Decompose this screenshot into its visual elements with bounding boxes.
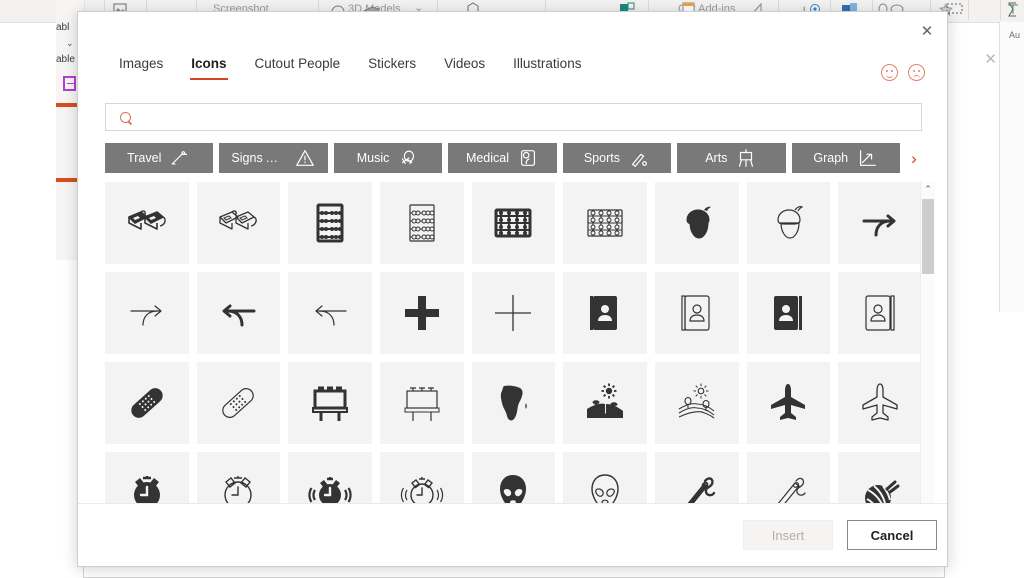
rail-label-table-top: abl bbox=[56, 22, 70, 33]
tab-illustrations[interactable]: Illustrations bbox=[499, 52, 595, 80]
right-task-pane bbox=[999, 22, 1024, 312]
search-icon bbox=[120, 111, 131, 123]
rail-purple-table-icon[interactable] bbox=[63, 76, 76, 91]
insert-button[interactable]: Insert bbox=[743, 520, 833, 550]
acorn-outline-icon[interactable] bbox=[746, 182, 831, 264]
close-icon[interactable]: ✕ bbox=[913, 18, 941, 44]
3d-glasses-outline-icon[interactable] bbox=[196, 182, 281, 264]
dialog-tabs: Images Icons Cutout People Stickers Videos Il… bbox=[105, 52, 595, 80]
right-pane-label: Au bbox=[1008, 30, 1020, 40]
icon-grid bbox=[105, 182, 922, 527]
tab-videos[interactable]: Videos bbox=[430, 52, 499, 80]
category-pill-label: Signs And Sym... bbox=[231, 151, 286, 165]
plus-outline-icon[interactable] bbox=[471, 272, 556, 354]
category-pill-arts[interactable]: Arts bbox=[677, 143, 786, 173]
equation-icon[interactable] bbox=[1005, 1, 1021, 19]
category-pill-label: Music bbox=[356, 151, 390, 165]
icon-results-area bbox=[105, 182, 922, 527]
search-input[interactable] bbox=[140, 103, 911, 131]
happy-face-icon[interactable] bbox=[881, 64, 898, 81]
bandage-outline-icon[interactable] bbox=[196, 362, 281, 444]
warning-triangle-icon bbox=[294, 147, 316, 169]
merge-right-filled-icon[interactable] bbox=[838, 182, 922, 264]
cancel-button[interactable]: Cancel bbox=[847, 520, 937, 550]
dialog-footer: Insert Cancel bbox=[78, 503, 947, 566]
plus-filled-icon[interactable] bbox=[379, 272, 464, 354]
address-book-filled-icon[interactable] bbox=[563, 272, 647, 354]
address-book-right-filled-icon[interactable] bbox=[746, 272, 831, 354]
tab-cutout-people[interactable]: Cutout People bbox=[241, 52, 355, 80]
tab-icons[interactable]: Icons bbox=[177, 52, 240, 80]
category-pill-label: Medical bbox=[465, 151, 510, 165]
abacus-outline-icon[interactable] bbox=[379, 182, 464, 264]
escalator-icon bbox=[169, 147, 191, 169]
scrollbar-thumb[interactable] bbox=[922, 199, 934, 274]
airplane-outline-icon[interactable] bbox=[838, 362, 922, 444]
acorn-filled-icon[interactable] bbox=[654, 182, 739, 264]
feedback-controls bbox=[881, 64, 925, 81]
africa-map-filled-icon[interactable] bbox=[471, 362, 556, 444]
billboard-outline-icon[interactable] bbox=[379, 362, 464, 444]
category-filter-row: Travel Signs And Sym... Music Medical Sports… bbox=[105, 143, 922, 173]
abacus-filled-icon[interactable] bbox=[288, 182, 372, 264]
sad-face-icon[interactable] bbox=[908, 64, 925, 81]
search-bar[interactable] bbox=[105, 103, 922, 131]
category-pill-label: Sports bbox=[583, 151, 620, 165]
tab-stickers[interactable]: Stickers bbox=[354, 52, 430, 80]
merge-left-outline-icon[interactable] bbox=[288, 272, 372, 354]
billboard-filled-icon[interactable] bbox=[288, 362, 372, 444]
category-pill-medical[interactable]: Medical bbox=[448, 143, 557, 173]
3d-glasses-filled-icon[interactable] bbox=[105, 182, 189, 264]
category-pill-label: Arts bbox=[705, 151, 728, 165]
line-chart-icon bbox=[856, 147, 878, 169]
cricket-bat-icon bbox=[628, 147, 650, 169]
rail-label-table-bottom: able bbox=[56, 54, 75, 65]
farm-field-outline-icon[interactable] bbox=[654, 362, 739, 444]
categories-next-chevron-icon[interactable]: › bbox=[906, 150, 922, 167]
category-pill-graph[interactable]: Graph bbox=[791, 143, 900, 173]
category-pill-sports[interactable]: Sports bbox=[562, 143, 672, 173]
abacus-wide-outline-icon[interactable] bbox=[563, 182, 647, 264]
drum-icon bbox=[397, 147, 419, 169]
farm-field-filled-icon[interactable] bbox=[563, 362, 647, 444]
tab-images[interactable]: Images bbox=[105, 52, 177, 80]
category-pill-music[interactable]: Music bbox=[333, 143, 443, 173]
insert-media-dialog: ✕ Images Icons Cutout People Stickers Videos… bbox=[77, 11, 948, 567]
merge-left-filled-icon[interactable] bbox=[196, 272, 281, 354]
category-pill-label: Travel bbox=[127, 151, 162, 165]
category-pill-travel[interactable]: Travel bbox=[105, 143, 214, 173]
bandage-filled-icon[interactable] bbox=[105, 362, 189, 444]
address-book-outline-icon[interactable] bbox=[654, 272, 739, 354]
scroll-up-icon[interactable]: ⌃ bbox=[921, 182, 935, 197]
airplane-filled-icon[interactable] bbox=[746, 362, 831, 444]
category-pill-signs-and-sym[interactable]: Signs And Sym... bbox=[219, 143, 328, 173]
easel-icon bbox=[735, 147, 757, 169]
category-pill-label: Graph bbox=[813, 151, 849, 165]
object-icon[interactable] bbox=[945, 1, 965, 17]
abacus-wide-filled-icon[interactable] bbox=[471, 182, 556, 264]
canvas-close-icon[interactable]: ✕ bbox=[984, 50, 997, 68]
merge-right-outline-icon[interactable] bbox=[105, 272, 189, 354]
scale-icon bbox=[517, 147, 539, 169]
results-scrollbar[interactable]: ⌃ ⌄ bbox=[920, 182, 935, 527]
rail-chevron-down-icon[interactable]: ⌄ bbox=[66, 38, 74, 49]
address-book-right-outline-icon[interactable] bbox=[838, 272, 922, 354]
